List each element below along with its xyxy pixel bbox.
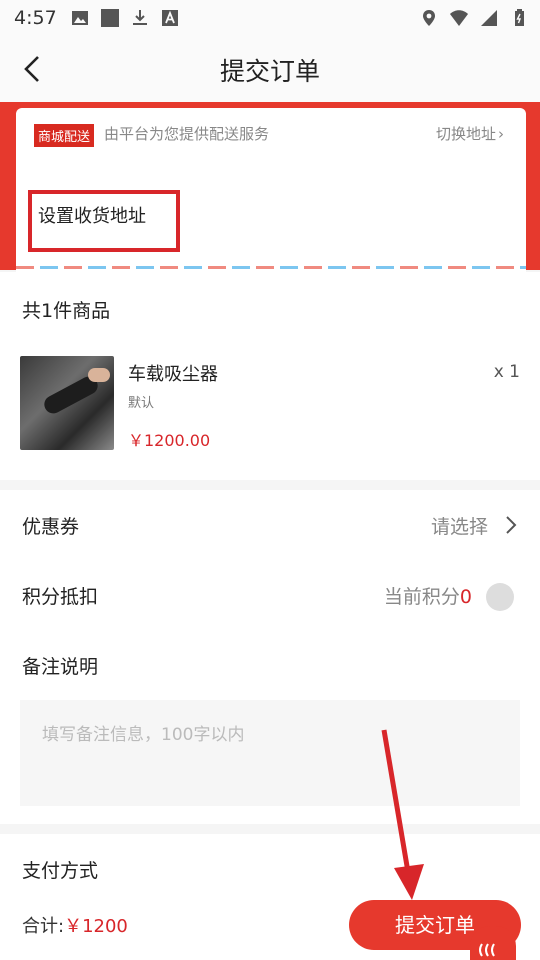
payment-method-label[interactable]: 支付方式: [22, 856, 98, 883]
coupon-select[interactable]: 请选择: [431, 512, 488, 539]
chevron-right-icon: ›: [498, 125, 504, 143]
switch-address-link[interactable]: 切换地址 ›: [436, 123, 504, 144]
points-label: 积分抵扣: [22, 586, 99, 608]
product-image[interactable]: [20, 356, 114, 450]
product-name[interactable]: 车载吸尘器: [128, 360, 218, 386]
address-stripe-divider: [16, 266, 526, 269]
battery-icon: [515, 9, 524, 26]
product-price: ￥1200.00: [128, 431, 211, 450]
wifi-icon: [450, 10, 468, 26]
square-icon: [100, 9, 119, 27]
set-address-button[interactable]: 设置收货地址: [38, 202, 146, 228]
wave-icon: [479, 943, 495, 957]
delivery-service-text: 由平台为您提供配送服务: [104, 125, 270, 143]
points-toggle[interactable]: [486, 583, 514, 611]
image-icon: [71, 11, 88, 25]
goods-section: 共1件商品 车载吸尘器 默认 ￥1200.00 x 1: [0, 272, 540, 480]
address-card: 商城配送 由平台为您提供配送服务 切换地址 › 设置收货地址: [16, 108, 526, 272]
floating-assist-button[interactable]: [470, 926, 516, 960]
points-current: 当前积分0: [384, 582, 472, 609]
remark-label: 备注说明: [22, 656, 99, 678]
nav-bar: 提交订单: [0, 36, 540, 102]
chevron-right-icon[interactable]: [504, 514, 518, 536]
hand-shape: [88, 368, 110, 382]
status-bar: 4:57: [0, 0, 540, 36]
product-quantity: x 1: [493, 362, 520, 382]
delivery-badge: 商城配送: [34, 124, 95, 147]
remark-input[interactable]: [20, 700, 520, 806]
page-title: 提交订单: [219, 57, 320, 86]
goods-count: 共1件商品: [22, 300, 111, 322]
download-icon: [132, 10, 147, 25]
order-options: 优惠券 请选择 积分抵扣 当前积分0 备注说明: [0, 490, 540, 824]
points-value: 0: [459, 586, 472, 608]
total-label: 合计:: [22, 916, 65, 937]
total-amount: ￥1200: [64, 916, 128, 937]
signal-icon: [481, 10, 497, 26]
order-total: 合计:￥1200: [22, 912, 128, 938]
font-icon: [161, 10, 178, 26]
points-prefix: 当前积分: [383, 586, 460, 608]
location-icon: [423, 10, 435, 26]
switch-address-label: 切换地址: [435, 125, 496, 143]
coupon-label: 优惠券: [22, 516, 80, 538]
product-spec: 默认: [128, 396, 155, 411]
status-time: 4:57: [14, 7, 57, 29]
payment-section: 支付方式 合计:￥1200 提交订单: [0, 834, 540, 960]
